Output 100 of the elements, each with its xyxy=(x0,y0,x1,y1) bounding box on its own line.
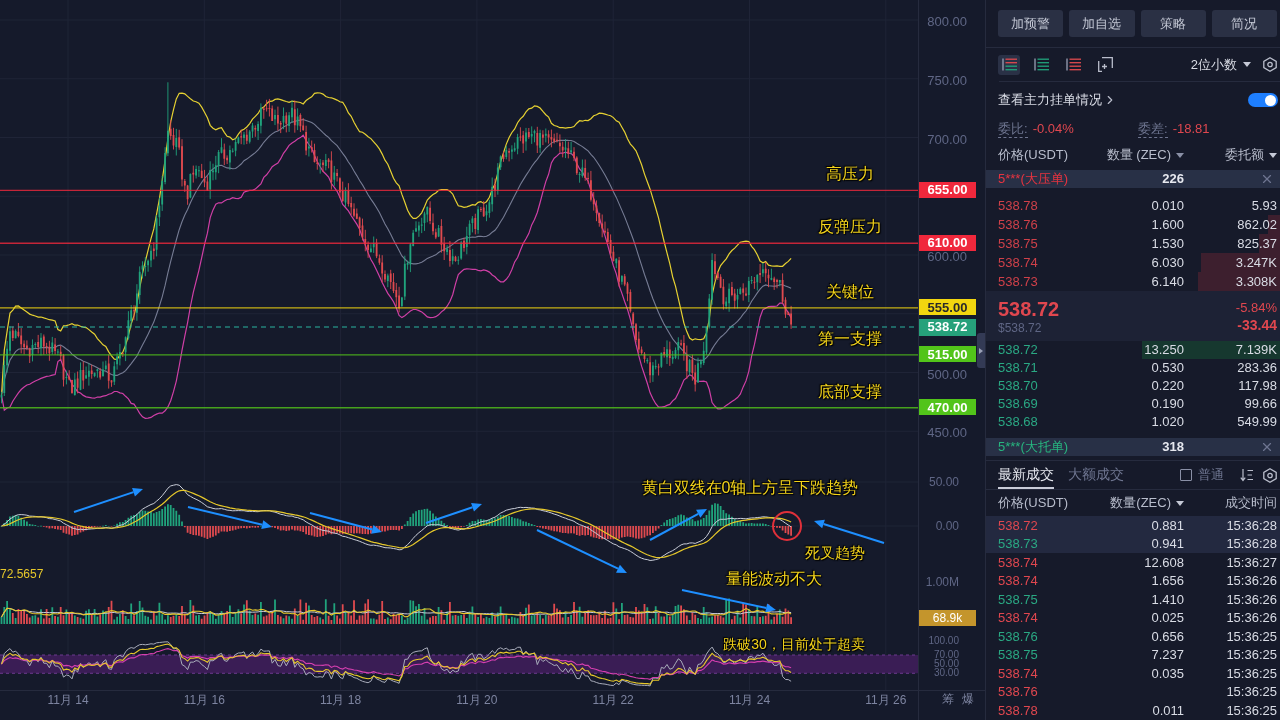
column-header: 价格(USDT) xyxy=(998,494,1070,513)
action-button[interactable]: 加自选 xyxy=(1069,10,1135,37)
order-quantity: 0.220 xyxy=(1150,377,1184,396)
level-label: 底部支撑 xyxy=(818,381,882,402)
price-tag: 555.00 xyxy=(919,299,976,316)
annotation-text: 跌破30，目前处于超卖 xyxy=(723,635,865,654)
price-axis-label: 700.00 xyxy=(927,133,967,146)
order-amount: 5.93 xyxy=(1250,196,1277,215)
precision-dropdown[interactable]: 2位小数 xyxy=(1190,54,1251,75)
trade-quantity: 7.237 xyxy=(1150,646,1184,664)
trades-tab[interactable]: 大额成交 xyxy=(1068,461,1124,489)
rsi-axis-label: 30.00 xyxy=(933,669,959,678)
ratio-label: 委比: xyxy=(998,120,1028,138)
order-amount: 117.98 xyxy=(1237,377,1277,396)
order-price: 538.76 xyxy=(998,215,1039,234)
rsi-axis-label: 100.00 xyxy=(928,637,959,646)
annotation-arrow xyxy=(649,509,707,541)
macd-axis-label: 50.00 xyxy=(928,475,959,489)
order-price: 538.75 xyxy=(998,234,1039,253)
trade-time: 15:36:25 xyxy=(1225,701,1277,720)
view-mode-button[interactable] xyxy=(998,54,1020,75)
order-quantity: 0.010 xyxy=(1150,196,1184,215)
panel-collapse-handle[interactable] xyxy=(977,333,985,368)
order-price: 538.69 xyxy=(998,395,1039,414)
trade-price: 538.74 xyxy=(998,572,1039,590)
trade-time: 15:36:26 xyxy=(1225,609,1277,627)
filter-checkbox[interactable] xyxy=(1180,469,1192,481)
trade-price: 538.75 xyxy=(998,590,1039,609)
trade-time: 15:36:25 xyxy=(1225,646,1277,664)
pane-toggle-button[interactable]: 爆 xyxy=(962,691,974,707)
trade-price: 538.74 xyxy=(998,664,1039,683)
caret-right-icon xyxy=(979,347,983,354)
trade-time: 15:36:28 xyxy=(1225,535,1277,553)
price-tag: 470.00 xyxy=(919,399,976,416)
price-tag: 655.00 xyxy=(919,181,976,198)
caret-down-icon xyxy=(1243,62,1251,67)
banner-value: 318 xyxy=(1161,438,1184,457)
volume-axis-label: 1.00M xyxy=(925,575,959,589)
trade-price: 538.74 xyxy=(998,553,1039,572)
trade-price: 538.75 xyxy=(998,646,1039,664)
banner-label: 5***(大托单) xyxy=(998,438,1070,457)
close-icon[interactable] xyxy=(1260,172,1274,186)
action-button[interactable]: 简况 xyxy=(1211,10,1277,37)
caret-down-icon xyxy=(1176,500,1184,506)
trade-quantity: 0.011 xyxy=(1151,701,1184,720)
order-price: 538.68 xyxy=(998,413,1039,432)
trade-price: 538.74 xyxy=(998,609,1039,627)
date-axis-label: 11月 14 xyxy=(47,692,89,708)
date-axis-label: 11月 16 xyxy=(183,692,225,708)
price-tag: 610.00 xyxy=(919,234,976,251)
trade-time: 15:36:26 xyxy=(1225,572,1277,590)
list-lines-icon xyxy=(1001,58,1017,71)
trade-price: 538.78 xyxy=(998,701,1039,720)
order-amount: 283.36 xyxy=(1236,359,1277,378)
order-amount: 99.66 xyxy=(1243,395,1277,414)
order-quantity: 0.190 xyxy=(1150,395,1184,414)
main-orders-link[interactable]: 查看主力挂单情况 xyxy=(998,90,1117,110)
order-amount: 3.247K xyxy=(1234,253,1277,272)
trade-price: 538.72 xyxy=(998,516,1039,535)
close-icon[interactable] xyxy=(1260,440,1274,454)
level-label: 反弹压力 xyxy=(818,217,882,238)
annotation-text: 死叉趋势 xyxy=(805,543,865,563)
trades-tab[interactable]: 最新成交 xyxy=(998,461,1054,489)
rsi-axis-label: 50.00 xyxy=(933,660,959,669)
trade-price: 538.76 xyxy=(998,627,1039,646)
toggle-switch[interactable] xyxy=(1248,93,1278,107)
price-axis-label: 600.00 xyxy=(927,251,967,263)
annotation-arrow xyxy=(814,519,885,544)
price-axis-label: 800.00 xyxy=(927,16,967,28)
level-label: 第一支撑 xyxy=(818,328,882,349)
action-button[interactable]: 加预警 xyxy=(998,10,1064,37)
order-price: 538.74 xyxy=(998,253,1039,272)
sort-icon[interactable] xyxy=(1240,468,1254,482)
price-axis-label: 450.00 xyxy=(927,427,967,440)
settings-icon[interactable] xyxy=(1263,467,1277,483)
trade-quantity: 12.608 xyxy=(1143,553,1184,572)
column-sort-header[interactable]: 委托额 xyxy=(1184,145,1277,165)
order-quantity: 13.250 xyxy=(1143,341,1184,360)
rsi-axis-label: 70.00 xyxy=(933,651,959,659)
filter-label[interactable]: 普通 xyxy=(1198,465,1224,485)
column-sort-header[interactable]: 数量 (ZEC) xyxy=(1098,145,1184,165)
order-quantity: 0.530 xyxy=(1150,359,1184,378)
date-axis-label: 11月 26 xyxy=(865,692,907,708)
date-axis-label: 11月 24 xyxy=(728,692,771,708)
action-button[interactable]: 策略 xyxy=(1140,10,1206,37)
date-axis-label: 11月 18 xyxy=(320,692,362,708)
difference-value: -18.81 xyxy=(1172,120,1210,139)
difference-label: 委差: xyxy=(1138,120,1168,138)
list-lines-icon xyxy=(1033,58,1049,71)
macd-axis-label: 0.00 xyxy=(935,519,959,533)
pane-toggle-button[interactable]: 筹 xyxy=(942,691,954,707)
annotation-text: 黄白双线在0轴上方呈下跌趋势 xyxy=(641,478,859,498)
change-value: -33.44 xyxy=(1237,315,1277,334)
order-quantity: 1.530 xyxy=(1150,234,1184,253)
order-amount: 825.37 xyxy=(1236,234,1277,253)
change-percent: -5.84% xyxy=(1235,298,1277,316)
settings-icon[interactable] xyxy=(1263,57,1277,72)
column-sort-header[interactable]: 数量(ZEC) xyxy=(1098,493,1184,513)
add-frame-icon xyxy=(1097,57,1113,72)
annotation-arrow xyxy=(425,502,482,524)
